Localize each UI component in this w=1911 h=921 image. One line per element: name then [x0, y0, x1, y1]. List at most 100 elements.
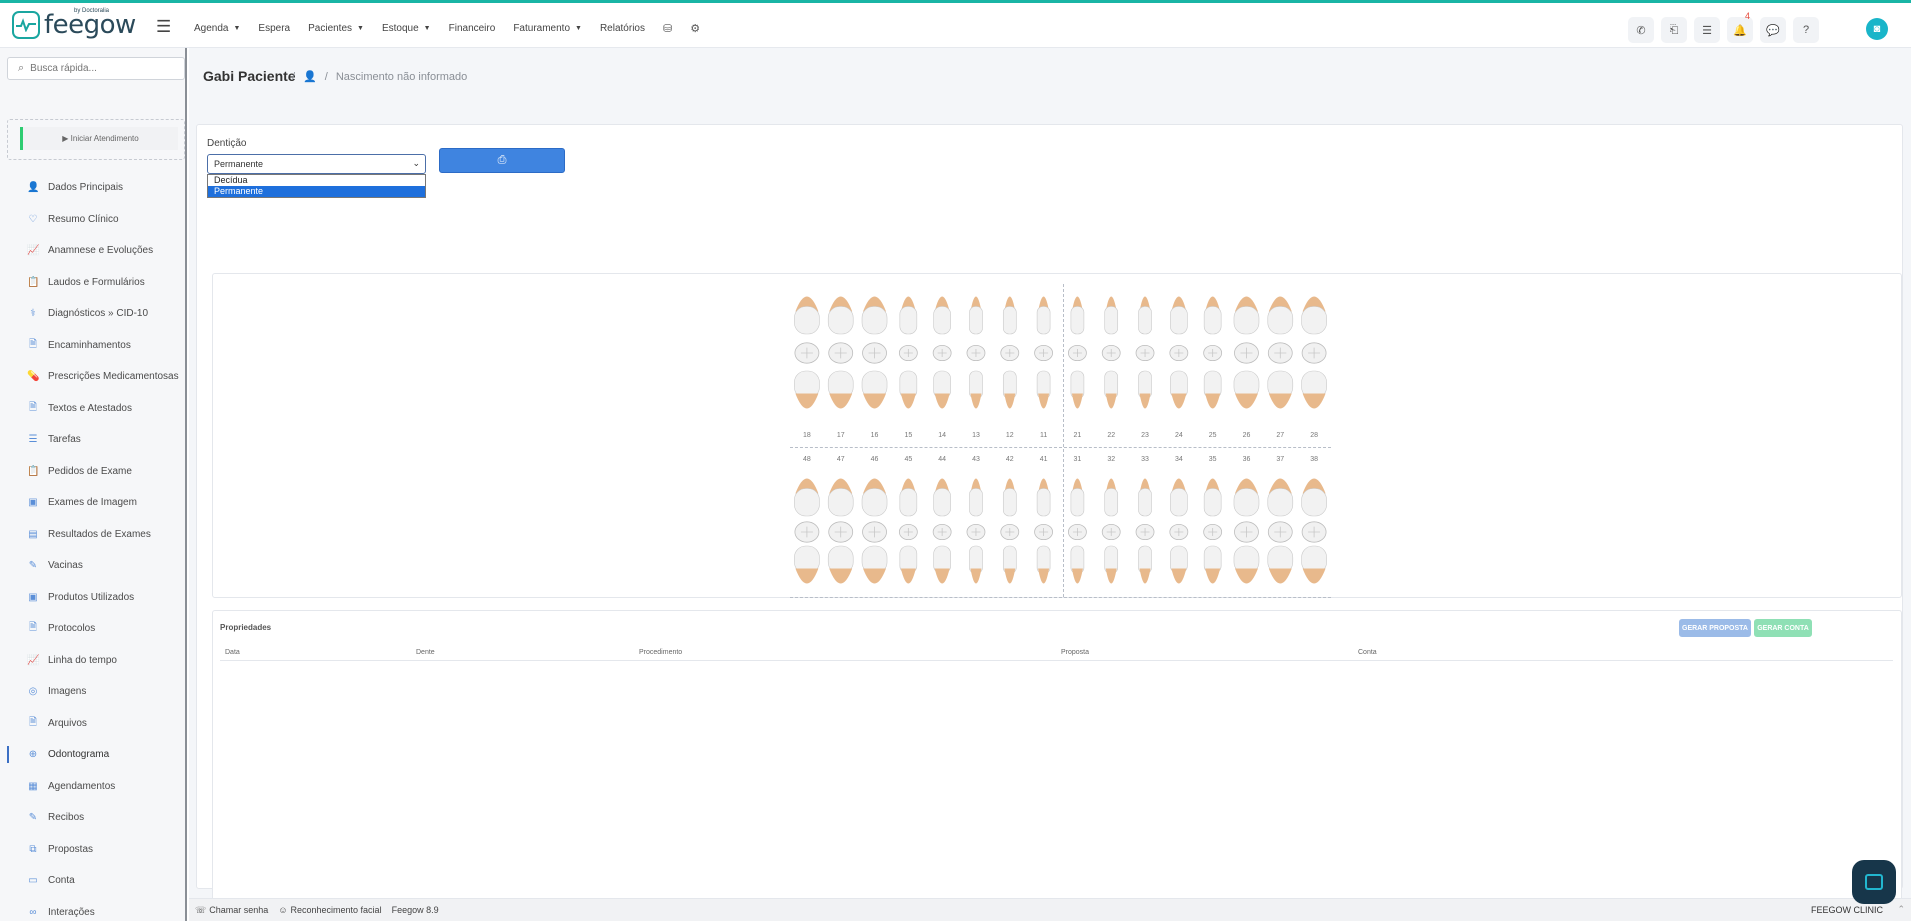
- database-icon[interactable]: ⛁: [663, 22, 672, 35]
- tooth-15-buccal[interactable]: [899, 296, 918, 335]
- tooth-45-lingual[interactable]: [899, 545, 918, 584]
- tooth-44-occlusal[interactable]: [932, 523, 952, 541]
- tooth-17-buccal[interactable]: [827, 296, 854, 335]
- tooth-16-lingual[interactable]: [861, 370, 888, 409]
- tooth-42-occlusal[interactable]: [1000, 523, 1020, 541]
- sidebar-item-produtos-utilizados[interactable]: ▣ Produtos Utilizados: [0, 582, 185, 614]
- sidebar-item-resultados-de-exames[interactable]: ▤ Resultados de Exames: [0, 519, 185, 551]
- sidebar-item-odontograma[interactable]: ⊕ Odontograma: [0, 739, 185, 771]
- tooth-25-lingual[interactable]: [1203, 370, 1222, 409]
- sidebar-item-interacoes[interactable]: ∞ Interações: [0, 897, 185, 921]
- tooth-11-buccal[interactable]: [1036, 296, 1051, 335]
- tooth-22-buccal[interactable]: [1104, 296, 1119, 335]
- dentition-option-permanente[interactable]: Permanente: [208, 186, 425, 197]
- tooth-23-occlusal[interactable]: [1135, 344, 1155, 362]
- gear-icon[interactable]: ⚙: [690, 22, 700, 35]
- tooth-46-occlusal[interactable]: [862, 521, 887, 543]
- nav-financeiro[interactable]: Financeiro: [449, 22, 496, 35]
- tooth-22-occlusal[interactable]: [1101, 344, 1121, 362]
- tooth-37-lingual[interactable]: [1267, 545, 1294, 584]
- quick-search[interactable]: ⌕: [7, 57, 185, 80]
- tooth-42-lingual[interactable]: [1002, 545, 1017, 584]
- tooth-16-occlusal[interactable]: [862, 342, 887, 364]
- sidebar-item-conta[interactable]: ▭ Conta: [0, 865, 185, 897]
- sidebar-item-imagens[interactable]: ◎ Imagens: [0, 676, 185, 708]
- dentition-select[interactable]: Permanente ⌄: [207, 154, 426, 174]
- tooth-34-occlusal[interactable]: [1169, 523, 1189, 541]
- tooth-16-buccal[interactable]: [861, 296, 888, 335]
- tooth-33-lingual[interactable]: [1138, 545, 1152, 584]
- tooth-21-buccal[interactable]: [1070, 296, 1085, 335]
- tooth-35-lingual[interactable]: [1203, 545, 1222, 584]
- tooth-13-buccal[interactable]: [969, 296, 983, 335]
- tooth-37-occlusal[interactable]: [1267, 521, 1293, 543]
- tooth-22-lingual[interactable]: [1104, 370, 1119, 409]
- tooth-32-buccal[interactable]: [1104, 478, 1119, 517]
- nav-estoque[interactable]: Estoque ▼: [382, 22, 431, 35]
- sidebar-item-recibos[interactable]: ✎ Recibos: [0, 802, 185, 834]
- tooth-27-lingual[interactable]: [1267, 370, 1294, 409]
- tooth-26-buccal[interactable]: [1233, 296, 1260, 335]
- tooth-17-lingual[interactable]: [827, 370, 854, 409]
- tooth-31-buccal[interactable]: [1070, 478, 1085, 517]
- generate-proposal-button[interactable]: GERAR PROPOSTA: [1679, 619, 1751, 637]
- dentition-option-decidua[interactable]: Decídua: [208, 175, 425, 186]
- tooth-28-occlusal[interactable]: [1301, 342, 1327, 364]
- face-recognition-button[interactable]: ☺ Reconhecimento facial: [278, 905, 381, 915]
- tooth-47-lingual[interactable]: [827, 545, 854, 584]
- tooth-38-occlusal[interactable]: [1301, 521, 1327, 543]
- tooth-14-occlusal[interactable]: [932, 344, 952, 362]
- tooth-25-occlusal[interactable]: [1203, 344, 1223, 362]
- sidebar-item-laudos-e-formularios[interactable]: 📋 Laudos e Formulários: [0, 267, 185, 299]
- tooth-44-buccal[interactable]: [933, 478, 951, 517]
- tooth-27-occlusal[interactable]: [1267, 342, 1293, 364]
- search-input[interactable]: [30, 63, 171, 74]
- feegow-logo[interactable]: feegow by Doctoralia: [12, 8, 136, 39]
- sidebar-item-propostas[interactable]: ⧉ Propostas: [0, 834, 185, 866]
- tooth-36-occlusal[interactable]: [1234, 521, 1259, 543]
- tooth-45-buccal[interactable]: [899, 478, 918, 517]
- tooth-38-buccal[interactable]: [1301, 478, 1327, 517]
- inbox-icon[interactable]: ⎗: [1661, 17, 1687, 43]
- tooth-13-occlusal[interactable]: [966, 344, 986, 362]
- sidebar-item-prescricoes-medicamentosas[interactable]: 💊 Prescrições Medicamentosas: [0, 361, 185, 393]
- nav-faturamento[interactable]: Faturamento ▼: [513, 22, 582, 35]
- tooth-37-buccal[interactable]: [1267, 478, 1294, 517]
- tooth-34-buccal[interactable]: [1170, 478, 1188, 517]
- tooth-12-buccal[interactable]: [1002, 296, 1017, 335]
- tooth-11-occlusal[interactable]: [1034, 344, 1053, 362]
- sidebar-item-tarefas[interactable]: ☰ Tarefas: [0, 424, 185, 456]
- sidebar-item-arquivos[interactable]: 🗎 Arquivos: [0, 708, 185, 740]
- avatar[interactable]: ◙: [1866, 18, 1888, 40]
- tooth-23-buccal[interactable]: [1138, 296, 1152, 335]
- sidebar-item-pedidos-de-exame[interactable]: 📋 Pedidos de Exame: [0, 456, 185, 488]
- tooth-27-buccal[interactable]: [1267, 296, 1294, 335]
- nav-relatorios[interactable]: Relatórios: [600, 22, 645, 35]
- tooth-15-lingual[interactable]: [899, 370, 918, 409]
- tooth-21-lingual[interactable]: [1070, 370, 1085, 409]
- chevron-up-icon[interactable]: ⌃: [1897, 904, 1905, 915]
- chat-icon[interactable]: 💬: [1760, 17, 1786, 43]
- sidebar-item-textos-e-atestados[interactable]: 🗎 Textos e Atestados: [0, 393, 185, 425]
- tooth-44-lingual[interactable]: [933, 545, 951, 584]
- list-icon[interactable]: ☰: [1694, 17, 1720, 43]
- tooth-35-occlusal[interactable]: [1203, 523, 1223, 541]
- tooth-31-occlusal[interactable]: [1068, 523, 1087, 541]
- phone-icon[interactable]: ✆: [1628, 17, 1654, 43]
- tooth-41-lingual[interactable]: [1036, 545, 1051, 584]
- sidebar-item-diagnosticos-cid-10[interactable]: ⚕ Diagnósticos » CID-10: [0, 298, 185, 330]
- tooth-14-lingual[interactable]: [933, 370, 951, 409]
- tooth-48-occlusal[interactable]: [794, 521, 820, 543]
- tooth-45-occlusal[interactable]: [898, 523, 918, 541]
- tooth-18-buccal[interactable]: [794, 296, 820, 335]
- tooth-23-lingual[interactable]: [1138, 370, 1152, 409]
- tooth-13-lingual[interactable]: [969, 370, 983, 409]
- nav-espera[interactable]: Espera: [258, 22, 290, 35]
- sidebar-item-anamnese-e-evolucoes[interactable]: 📈 Anamnese e Evoluções: [0, 235, 185, 267]
- sidebar-item-agendamentos[interactable]: ▦ Agendamentos: [0, 771, 185, 803]
- tooth-47-occlusal[interactable]: [828, 521, 854, 543]
- tooth-31-lingual[interactable]: [1070, 545, 1085, 584]
- sidebar-item-dados-principais[interactable]: 👤 Dados Principais: [0, 172, 185, 204]
- tooth-43-occlusal[interactable]: [966, 523, 986, 541]
- tooth-25-buccal[interactable]: [1203, 296, 1222, 335]
